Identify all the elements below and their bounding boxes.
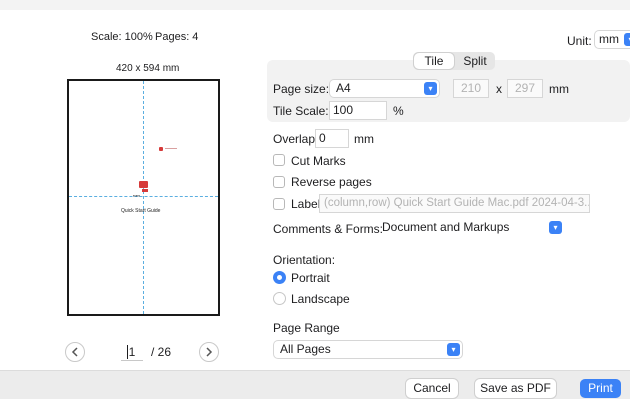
tab-tile[interactable]: Tile [414,53,454,69]
label-option-label: Label [291,197,321,211]
page-size-select[interactable]: A4 ▾ [330,80,439,97]
label-checkbox[interactable] [273,198,285,210]
chevron-left-icon [71,347,78,357]
print-button[interactable]: Print [580,379,621,398]
preview-logo-mark [139,181,148,188]
page-width-field[interactable]: 210 [454,80,488,97]
overlap-label: Overlap: [273,132,319,146]
cancel-button[interactable]: Cancel [406,379,458,398]
save-as-pdf-button[interactable]: Save as PDF [475,379,556,398]
overlap-field[interactable]: 0 [316,130,348,147]
current-page-field[interactable]: 1 [121,343,143,361]
landscape-radio[interactable] [273,292,286,305]
cut-marks-label: Cut Marks [291,154,346,168]
tile-scale-unit: % [393,104,404,118]
tile-scale-label: Tile Scale: [273,104,329,118]
page-size-unit: mm [549,82,569,96]
mode-segmented-control: Tile Split [413,52,495,70]
text-caret [127,345,128,359]
preview-caption-small: ▪▪▪▪▪ [133,193,141,198]
reverse-pages-checkbox[interactable] [273,176,285,188]
landscape-label: Landscape [291,292,350,306]
page-range-label: Page Range [273,321,340,335]
reverse-pages-label: Reverse pages [291,175,372,189]
page-preview: ▪▪▪▪▪ Quick Start Guide [67,79,220,316]
unit-value: mm [599,32,619,46]
portrait-radio[interactable] [273,271,286,284]
preview-logo-base [142,189,148,192]
tile-guide-vertical [143,81,144,314]
page-range-select[interactable]: All Pages ▾ [274,341,462,358]
pages-label: Pages: 4 [155,31,199,43]
dialog-footer: Cancel Save as PDF Print [0,370,630,399]
chevron-down-icon: ▾ [447,343,460,356]
preview-title-text: Quick Start Guide [121,208,161,214]
chevron-down-icon: ▾ [624,33,630,46]
orientation-label: Orientation: [273,253,336,267]
current-page-value: 1 [128,345,136,359]
tile-scale-field[interactable]: 100 [330,102,386,119]
comments-forms-select[interactable]: Document and Markups ▾ [376,219,564,236]
page-height-field[interactable]: 297 [508,80,542,97]
chevron-right-icon [206,347,213,357]
preview-size-label: 420 x 594 mm [116,63,180,74]
page-size-value: A4 [336,81,351,95]
tile-guide-horizontal [69,196,218,197]
next-page-button[interactable] [199,342,219,362]
chevron-down-icon: ▾ [424,82,437,95]
portrait-label: Portrait [291,271,330,285]
overlap-unit: mm [354,132,374,146]
chevron-down-icon: ▾ [549,221,562,234]
tab-split[interactable]: Split [455,52,495,70]
preview-logo-mark-small [159,147,163,151]
times-label: x [496,82,502,96]
unit-select[interactable]: mm ▾ [595,31,630,48]
unit-label: Unit: [567,34,592,48]
page-size-label: Page size: [273,82,330,96]
label-format-field[interactable]: (column,row) Quick Start Guide Mac.pdf 2… [320,195,589,212]
comments-forms-label: Comments & Forms: [273,222,384,236]
preview-text-line [165,148,177,149]
comments-forms-value: Document and Markups [382,220,510,234]
scale-label: Scale: 100% [91,31,153,43]
page-range-value: All Pages [280,342,331,356]
cut-marks-checkbox[interactable] [273,154,285,166]
window-top-strip [0,0,630,10]
total-pages-label: / 26 [151,345,172,359]
previous-page-button[interactable] [65,342,85,362]
